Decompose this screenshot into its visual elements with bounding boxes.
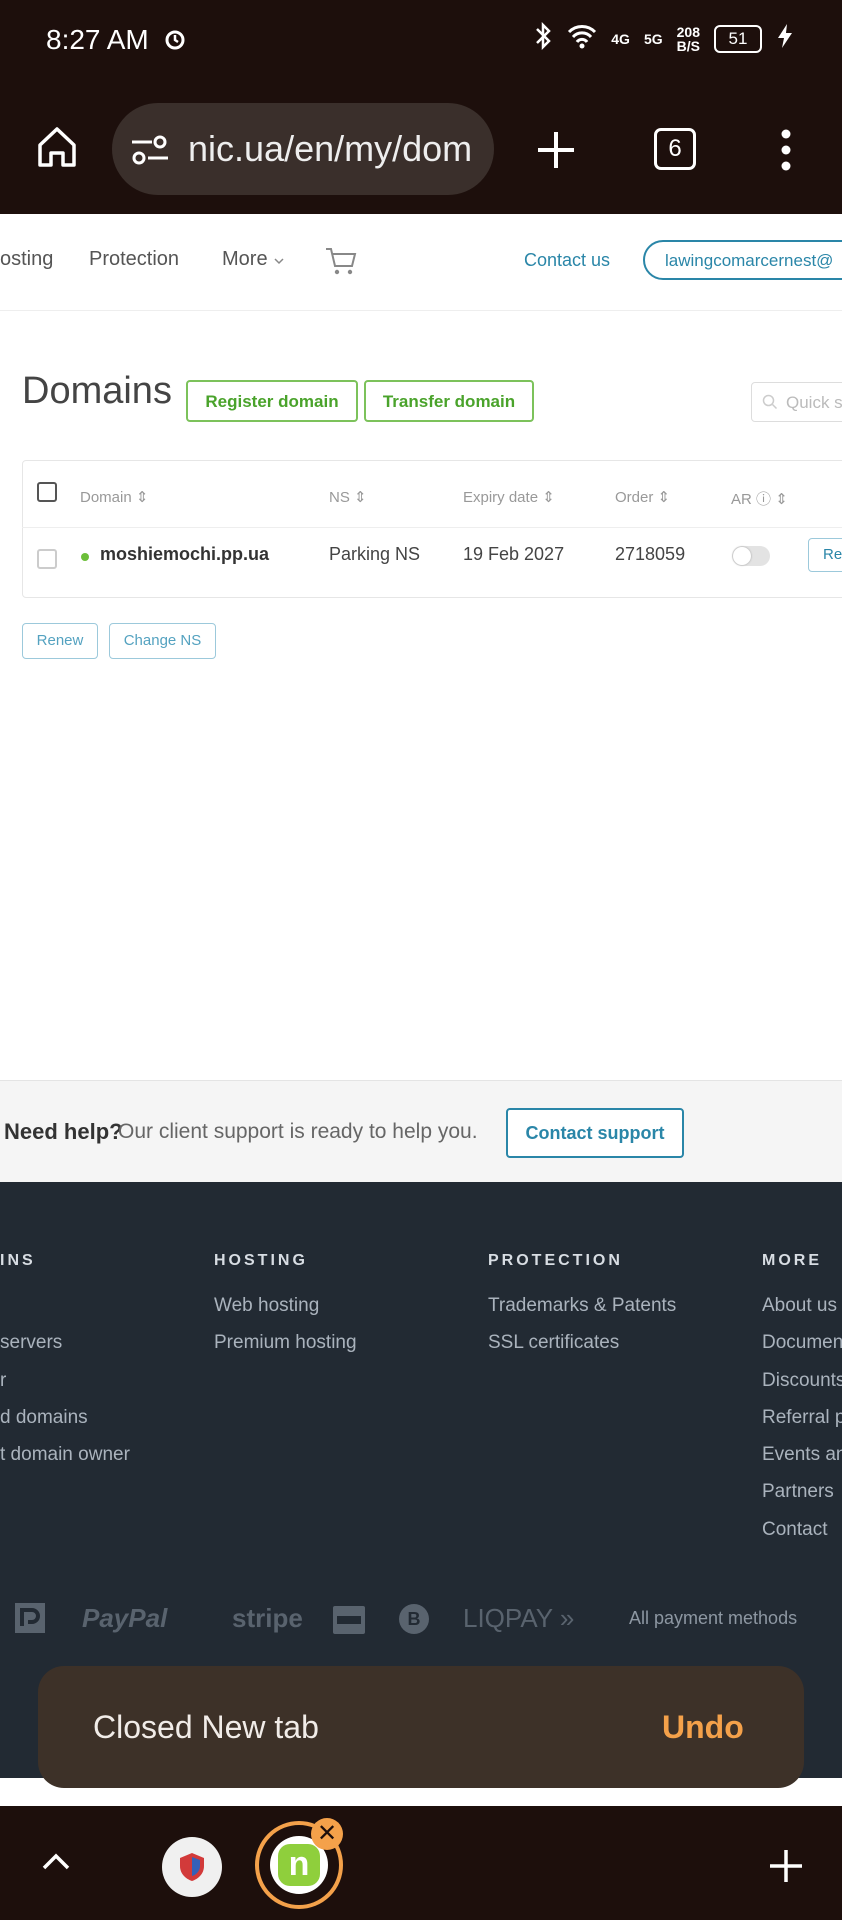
footer-link[interactable]: Contact <box>762 1519 827 1541</box>
wifi-icon <box>567 23 597 54</box>
cart-icon[interactable] <box>324 246 358 281</box>
ns-cell: Parking NS <box>329 544 421 564</box>
footer-heading-protection: PROTECTION <box>488 1252 623 1269</box>
new-tab-icon[interactable] <box>536 130 576 175</box>
table-divider <box>22 527 842 528</box>
svg-text:B: B <box>408 1609 421 1629</box>
domain-table <box>22 460 842 598</box>
liqpay-logo: LIQPAY » <box>463 1603 575 1633</box>
url-text[interactable]: nic.ua/en/my/dom <box>188 128 488 170</box>
footer-link[interactable]: Trademarks & Patents <box>488 1295 676 1317</box>
transfer-domain-button[interactable]: Transfer domain <box>364 380 534 422</box>
stripe-logo: stripe <box>232 1603 303 1633</box>
paypal-logo: PayPal <box>82 1603 168 1633</box>
add-tab-icon[interactable] <box>766 1846 806 1891</box>
footer-heading-more: MORE <box>762 1252 822 1269</box>
status-dot <box>81 553 89 561</box>
footer-link[interactable]: Web hosting <box>214 1295 319 1317</box>
sort-icon: ⇕ <box>775 491 788 508</box>
footer-heading-hosting: HOSTING <box>214 1252 308 1269</box>
sort-icon: ⇕ <box>657 489 671 506</box>
quick-search-placeholder: Quick s <box>786 393 842 412</box>
footer-link[interactable]: Premium hosting <box>214 1332 357 1354</box>
footer-link[interactable]: r <box>0 1370 6 1392</box>
speed-unit: B/S <box>676 37 700 54</box>
bitcoin-icon: B <box>398 1603 430 1640</box>
order-cell[interactable]: 2718059 <box>615 544 685 565</box>
nav-hosting[interactable]: osting <box>0 248 53 271</box>
footer-link[interactable]: Referral p <box>762 1407 842 1429</box>
signal-5g-icon: 5G <box>643 30 663 47</box>
change-ns-button[interactable]: Change NS <box>109 623 216 659</box>
footer-heading-domains: INS <box>0 1252 36 1269</box>
renew-button[interactable]: Renew <box>22 623 98 659</box>
sort-icon: ⇕ <box>542 489 555 506</box>
charging-icon <box>776 23 794 54</box>
auto-renew-toggle-knob <box>733 547 751 565</box>
menu-icon[interactable] <box>780 128 792 177</box>
column-ar[interactable]: AR ⓘ ⇕ <box>731 488 788 509</box>
status-time: 8:27 AM <box>46 24 149 55</box>
alarm-icon <box>164 28 186 55</box>
column-expiry[interactable]: Expiry date ⇕ <box>463 488 555 506</box>
footer-link[interactable]: About us <box>762 1295 837 1317</box>
footer-link[interactable]: SSL certificates <box>488 1332 619 1354</box>
undo-button[interactable]: Undo <box>662 1709 744 1746</box>
account-button[interactable]: lawingcomarcernest@ <box>643 240 842 280</box>
nic-logo-icon: n <box>278 1844 320 1886</box>
row-checkbox[interactable] <box>37 549 57 569</box>
signal-4g-icon: 4G <box>611 30 630 47</box>
sort-icon: ⇕ <box>354 489 367 506</box>
nav-more[interactable]: More <box>222 248 285 271</box>
tab-strip <box>0 1806 842 1920</box>
footer-link[interactable]: Events an <box>762 1444 842 1466</box>
status-icons: 4G 5G 208 B/S 51 <box>533 21 794 55</box>
sort-icon: ⇕ <box>135 489 149 506</box>
help-text: Our client support is ready to help you. <box>118 1120 478 1143</box>
network-speed: 208 B/S <box>677 25 700 53</box>
help-icon: ⓘ <box>756 491 772 508</box>
domain-link[interactable]: moshiemochi.pp.ua <box>100 544 269 565</box>
footer-link[interactable]: Discounts <box>762 1370 842 1392</box>
footer-link[interactable]: t domain owner <box>0 1444 130 1466</box>
footer-link[interactable]: d domains <box>0 1407 88 1429</box>
payment-card-icon <box>14 1602 46 1639</box>
tab-switcher-button[interactable]: 6 <box>654 128 696 170</box>
site-settings-icon[interactable] <box>130 133 170 172</box>
footer-link[interactable]: servers <box>0 1332 62 1354</box>
expiry-cell: 19 Feb 2027 <box>463 544 565 564</box>
help-heading: Need help? <box>4 1119 123 1144</box>
contact-support-button[interactable]: Contact support <box>506 1108 684 1158</box>
close-tab-icon[interactable]: ✕ <box>311 1818 343 1850</box>
chevron-down-icon <box>274 258 284 265</box>
contact-us-link[interactable]: Contact us <box>524 250 610 271</box>
column-order-label: Order <box>615 489 654 506</box>
home-icon[interactable] <box>36 125 78 174</box>
column-domain[interactable]: Domain ⇕ <box>80 488 148 506</box>
snackbar-message: Closed New tab <box>93 1709 319 1745</box>
shield-icon <box>176 1851 208 1888</box>
chevron-up-icon[interactable] <box>40 1850 72 1877</box>
all-payment-methods-link[interactable]: All payment methods <box>629 1608 797 1629</box>
column-expiry-label: Expiry date <box>463 489 539 506</box>
search-icon <box>762 394 778 415</box>
amex-icon <box>333 1606 365 1639</box>
column-order[interactable]: Order ⇕ <box>615 488 670 506</box>
footer-link[interactable]: Partners <box>762 1481 834 1503</box>
page-title: Domains <box>22 370 172 412</box>
column-ar-label: AR <box>731 491 752 508</box>
row-renew-button[interactable]: Re <box>808 538 842 572</box>
nav-protection[interactable]: Protection <box>89 248 179 271</box>
battery-icon: 51 <box>714 24 762 53</box>
footer-link[interactable]: Documen <box>762 1332 842 1354</box>
column-ns-label: NS <box>329 489 350 506</box>
column-domain-label: Domain <box>80 489 132 506</box>
bluetooth-icon <box>533 21 553 55</box>
column-ns[interactable]: NS ⇕ <box>329 488 367 506</box>
nav-more-label: More <box>222 248 268 270</box>
select-all-checkbox[interactable] <box>37 482 57 502</box>
register-domain-button[interactable]: Register domain <box>186 380 358 422</box>
